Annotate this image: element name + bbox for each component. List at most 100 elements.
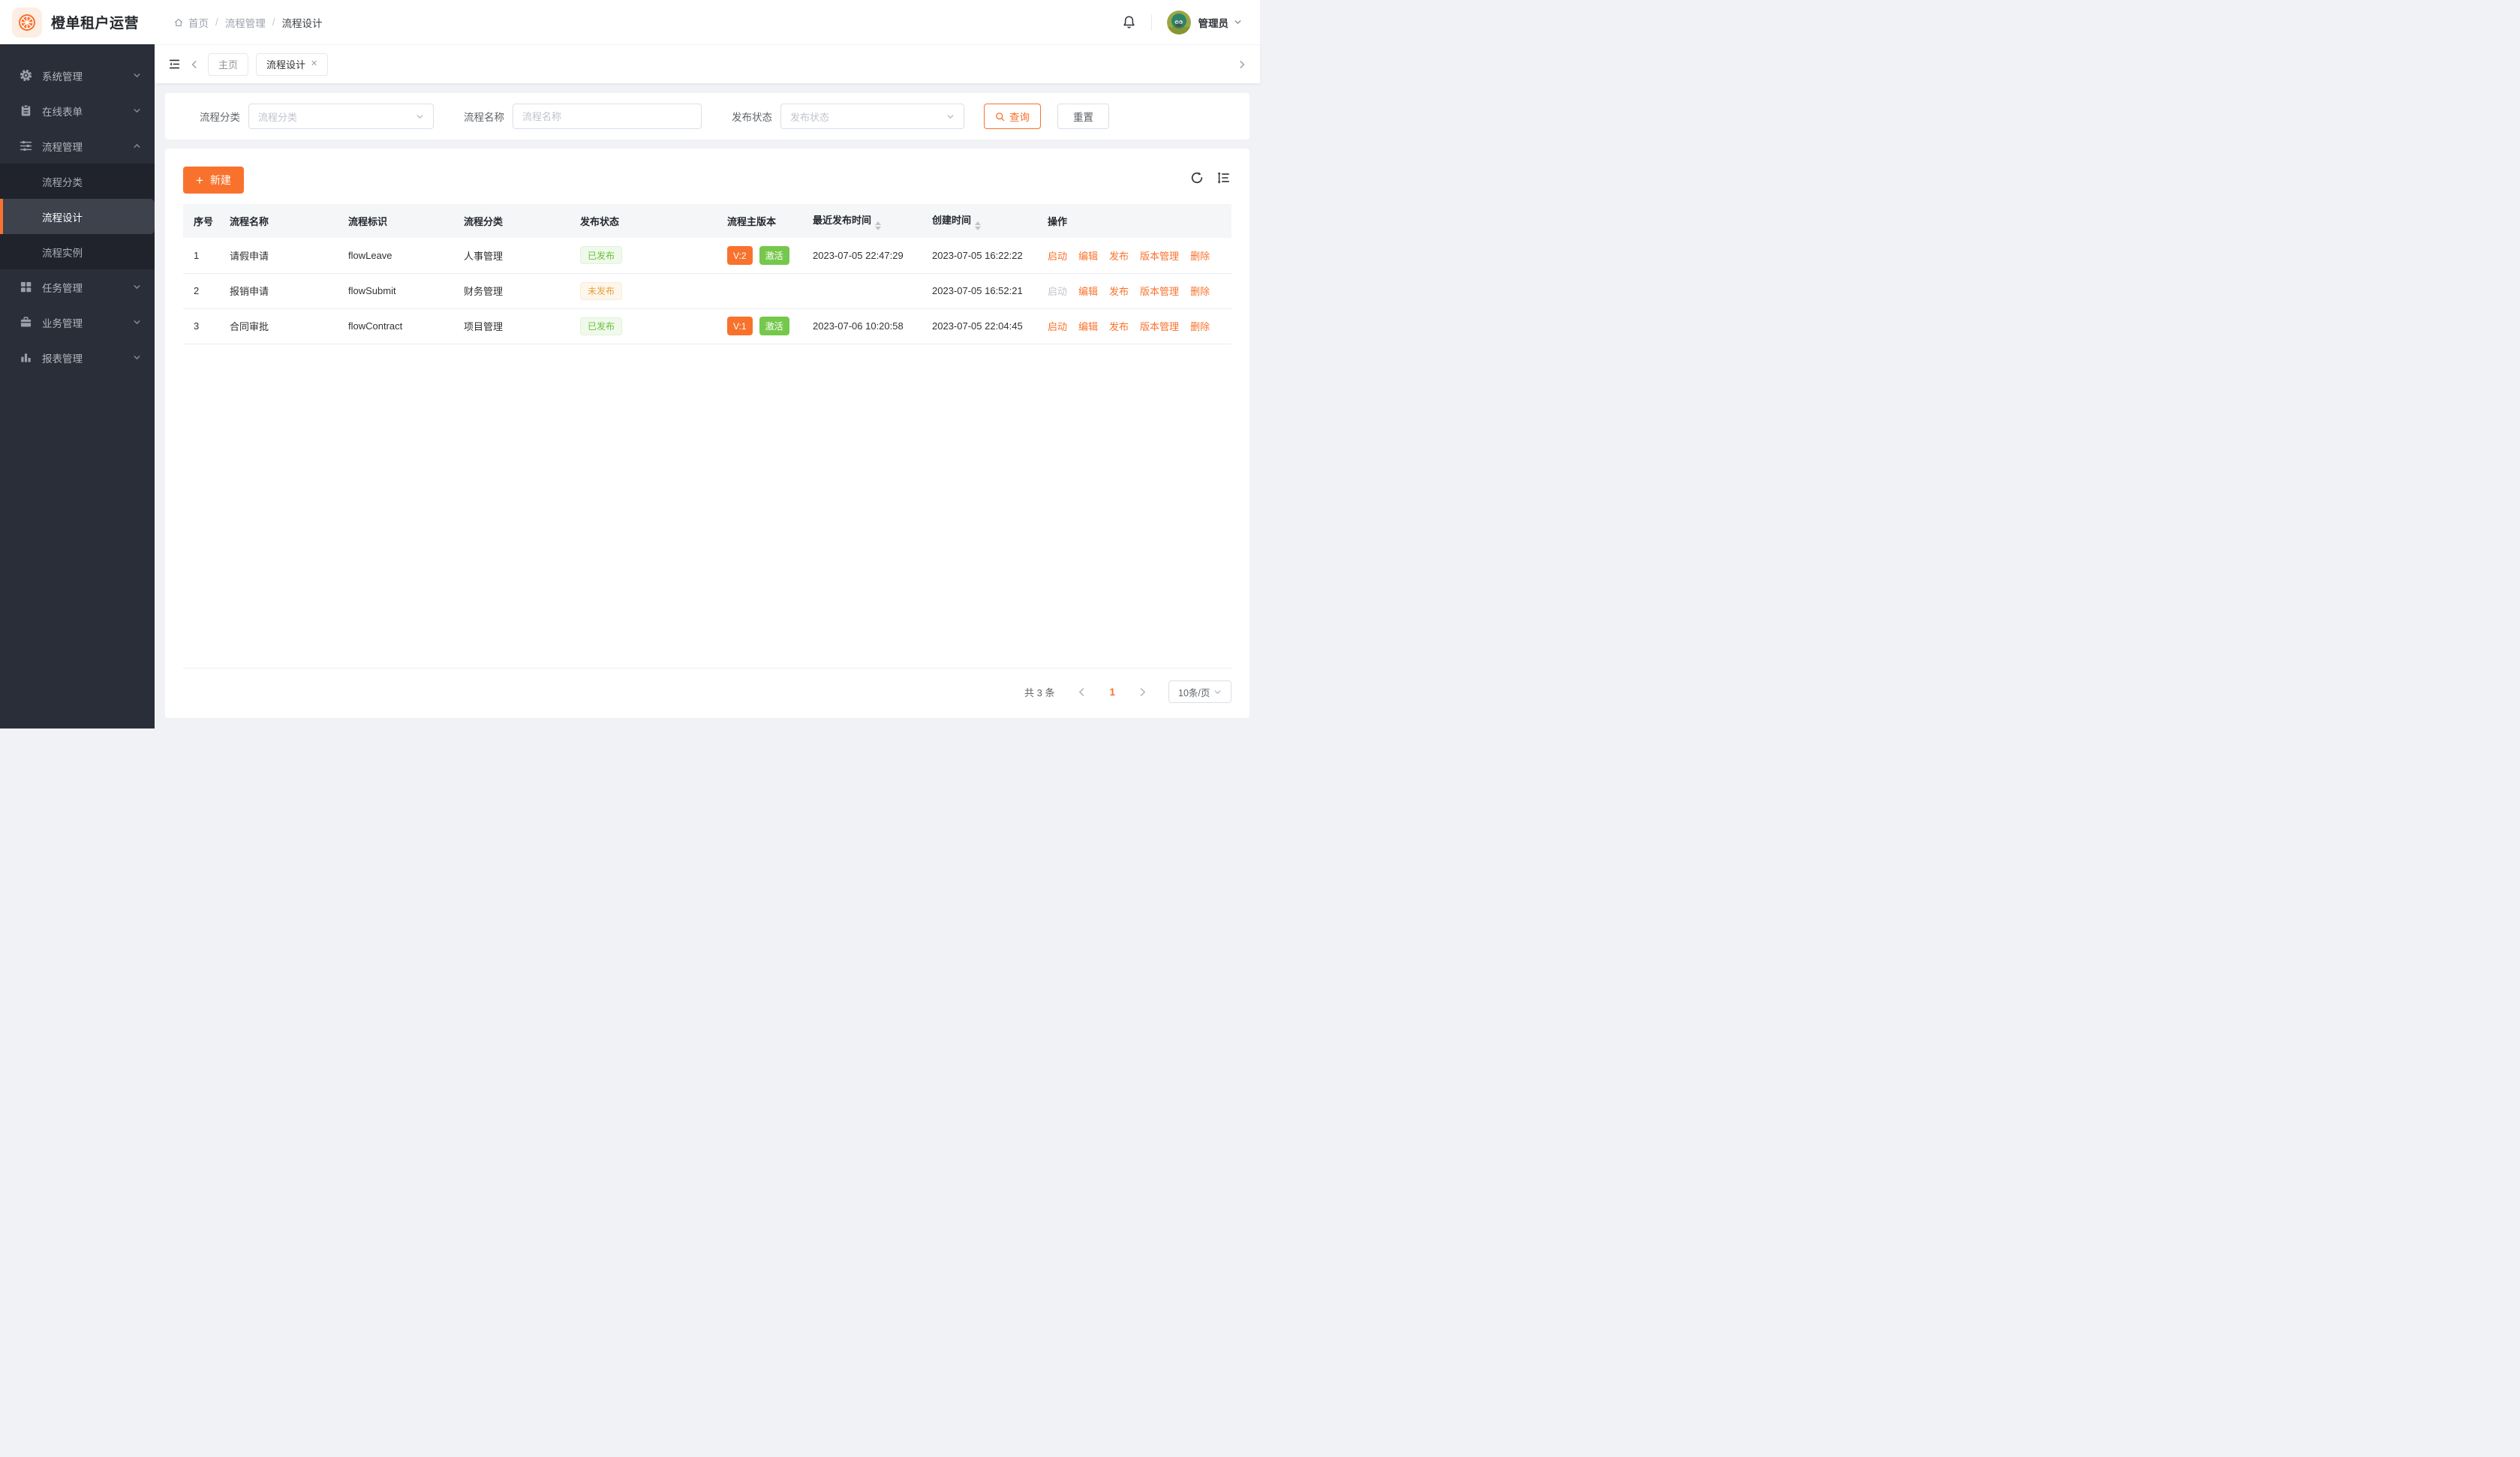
sidebar-subitem-2[interactable]: 流程实例 [0,234,155,269]
action-4-link[interactable]: 删除 [1190,251,1210,262]
sidebar-fold-icon[interactable] [168,58,181,71]
status-badge: 未发布 [580,282,622,300]
chart-icon [20,351,32,364]
action-3-link[interactable]: 版本管理 [1140,286,1179,297]
column-header: 发布状态 [571,204,718,238]
tab-bar: 主页 流程设计✕ [155,44,1260,83]
column-header: 流程分类 [455,204,571,238]
action-1-link[interactable]: 编辑 [1078,251,1098,262]
row-density-icon[interactable] [1216,171,1230,185]
sidebar-item-label: 业务管理 [42,315,133,330]
sidebar-subitem-label: 流程分类 [42,174,83,189]
cell-create-time: 2023-07-05 16:52:21 [923,273,1039,308]
sort-caret-icon[interactable] [975,221,981,230]
process-table-panel: + 新建 序号流程名称流程标识流程分类发布状态流程主版本最 [165,149,1249,718]
chevron-up-icon [133,142,141,150]
action-1-link[interactable]: 编辑 [1078,286,1098,297]
sidebar-item-3[interactable]: 任务管理 [0,269,155,305]
sidebar-subitem-label: 流程实例 [42,245,83,260]
sidebar-subitem-1[interactable]: 流程设计 [0,199,155,234]
tab-label: 主页 [218,57,238,71]
sidebar-item-label: 在线表单 [42,104,133,119]
table-row: 3合同审批flowContract项目管理已发布V:1激活2023-07-06 … [183,308,1231,344]
cell-publish-status: 已发布 [571,308,718,344]
page-size-select[interactable]: 10条/页 [1168,680,1231,703]
action-2-link[interactable]: 发布 [1109,286,1129,297]
sidebar-item-0[interactable]: 系统管理 [0,58,155,93]
table-area: 序号流程名称流程标识流程分类发布状态流程主版本最近发布时间创建时间操作 1请假申… [183,204,1231,668]
action-3-link[interactable]: 版本管理 [1140,321,1179,332]
filter-name-input[interactable] [513,104,702,129]
reset-button[interactable]: 重置 [1057,104,1109,129]
action-2-link[interactable]: 发布 [1109,251,1129,262]
tabs-scroll-left-icon[interactable] [190,60,199,69]
action-0-link[interactable]: 启动 [1048,321,1067,332]
sidebar-item-5[interactable]: 报表管理 [0,340,155,375]
sort-caret-icon[interactable] [875,221,881,230]
filter-category-select[interactable]: 流程分类 [248,104,434,129]
cell-publish-status: 已发布 [571,238,718,273]
cell-process-key: flowContract [339,308,455,344]
tabs-scroll-right-icon[interactable] [1237,60,1246,69]
column-header[interactable]: 创建时间 [923,204,1039,238]
filter-panel: 流程分类 流程分类 流程名称 发布状态 发布状态 查询 重置 [165,93,1249,140]
cell-publish-time: 2023-07-06 10:20:58 [804,308,923,344]
cell-index: 1 [183,238,221,273]
tab-close-icon[interactable]: ✕ [311,60,317,68]
chevron-down-icon [133,107,141,115]
chevron-down-icon [1213,688,1222,696]
cell-process-key: flowLeave [339,238,455,273]
active-badge: 激活 [759,246,789,265]
pagination-page-1[interactable]: 1 [1091,686,1133,698]
action-1-link[interactable]: 编辑 [1078,321,1098,332]
cell-process-name: 合同审批 [221,308,339,344]
citrus-logo-icon [17,13,37,32]
sidebar-item-4[interactable]: 业务管理 [0,305,155,340]
home-icon [173,17,184,28]
cell-publish-status: 未发布 [571,273,718,308]
user-name[interactable]: 管理员 [1198,15,1229,30]
action-3-link[interactable]: 版本管理 [1140,251,1179,262]
create-button[interactable]: + 新建 [183,167,244,194]
active-badge: 激活 [759,317,789,335]
action-2-link[interactable]: 发布 [1109,321,1129,332]
filter-status-select[interactable]: 发布状态 [780,104,964,129]
action-0-link[interactable]: 启动 [1048,251,1067,262]
notification-bell-icon[interactable] [1122,15,1136,29]
query-button[interactable]: 查询 [984,104,1041,129]
status-badge: 已发布 [580,246,622,264]
status-badge: 已发布 [580,317,622,335]
pagination-total: 共 3 条 [1024,685,1054,699]
cell-process-name: 请假申请 [221,238,339,273]
header-divider [1151,14,1152,31]
action-4-link[interactable]: 删除 [1190,321,1210,332]
cell-publish-time [804,273,923,308]
pagination-prev-icon[interactable] [1072,687,1091,697]
refresh-icon[interactable] [1190,171,1204,185]
breadcrumb-item[interactable]: 流程管理 [225,15,266,30]
cell-process-key: flowSubmit [339,273,455,308]
column-header[interactable]: 最近发布时间 [804,204,923,238]
chevron-down-icon [133,353,141,362]
chevron-down-icon [133,71,141,80]
sidebar-subitem-0[interactable]: 流程分类 [0,164,155,199]
sidebar-item-1[interactable]: 在线表单 [0,93,155,128]
avatar[interactable] [1167,11,1191,35]
cell-main-version: V:2 激活 [718,238,804,273]
breadcrumb-item[interactable]: 首页 [173,15,209,30]
sidebar-item-label: 系统管理 [42,68,133,83]
cell-category: 财务管理 [455,273,571,308]
version-badge: V:2 [727,246,753,265]
tab-0[interactable]: 主页 [208,53,248,76]
sliders-icon [20,140,32,152]
sidebar: 系统管理在线表单流程管理流程分类流程设计流程实例任务管理业务管理报表管理 [0,44,155,728]
chevron-down-icon [133,318,141,326]
pagination-next-icon[interactable] [1133,687,1152,697]
cell-process-name: 报销申请 [221,273,339,308]
pagination: 共 3 条 1 10条/页 [1024,680,1231,703]
tab-1[interactable]: 流程设计✕ [256,53,328,76]
sidebar-item-2[interactable]: 流程管理 [0,128,155,164]
action-4-link[interactable]: 删除 [1190,286,1210,297]
user-menu-chevron-down-icon[interactable] [1234,18,1242,26]
cell-create-time: 2023-07-05 22:04:45 [923,308,1039,344]
